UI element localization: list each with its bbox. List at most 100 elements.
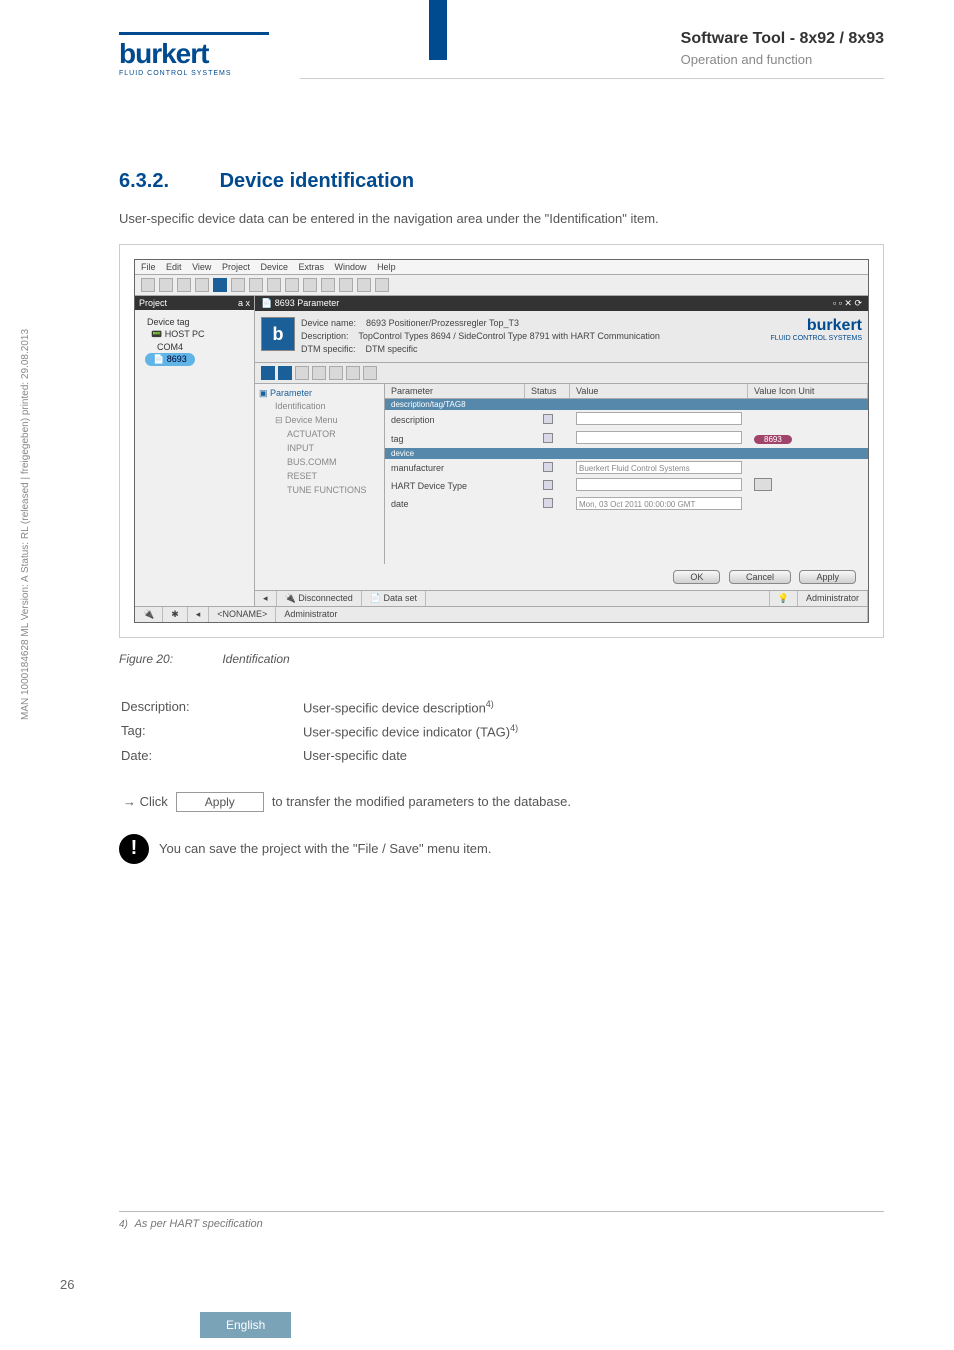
header-divider xyxy=(300,78,884,79)
toolbar-button[interactable] xyxy=(159,278,173,292)
toolbar-button[interactable] xyxy=(329,366,343,380)
toolbar-button[interactable] xyxy=(312,366,326,380)
cancel-button[interactable]: Cancel xyxy=(729,570,791,584)
toolbar-button[interactable] xyxy=(285,278,299,292)
tree-devicetag[interactable]: Device tag xyxy=(139,316,250,328)
nav-reset[interactable]: RESET xyxy=(259,469,380,483)
th-parameter: Parameter xyxy=(385,384,525,398)
tag-pill: 8693 xyxy=(754,435,792,444)
description-table: Description: User-specific device descri… xyxy=(119,694,520,768)
toolbar-button[interactable] xyxy=(363,366,377,380)
status-help-icon[interactable]: 💡 xyxy=(770,591,798,606)
nav-actuator[interactable]: ACTUATOR xyxy=(259,427,380,441)
device-brand-logo: burkert FLUID CONTROL SYSTEMS xyxy=(770,317,862,342)
note-text: You can save the project with the "File … xyxy=(159,841,491,856)
doc-title: Software Tool - 8x92 / 8x93 xyxy=(681,30,884,48)
tab-parameter[interactable]: 📄 8693 Parameter xyxy=(261,298,339,308)
manufacturer-field[interactable]: Buerkert Fluid Control Systems xyxy=(576,461,742,474)
th-status: Status xyxy=(525,384,570,398)
param-nav-tree[interactable]: ▣ Parameter Identification ⊟ Device Menu… xyxy=(255,384,385,564)
toolbar-button[interactable] xyxy=(375,278,389,292)
figure-number: Figure 20: xyxy=(119,652,219,666)
tag-field[interactable] xyxy=(576,431,742,444)
page-number: 26 xyxy=(60,1277,74,1292)
toolbar-button[interactable] xyxy=(267,278,281,292)
date-field[interactable]: Mon, 03 Oct 2011 00:00:00 GMT xyxy=(576,497,742,510)
nav-tunefunctions[interactable]: TUNE FUNCTIONS xyxy=(259,483,380,497)
toolbar-button[interactable] xyxy=(213,278,227,292)
desc-label: Description: xyxy=(121,696,301,718)
menu-edit[interactable]: Edit xyxy=(166,262,182,272)
toolbar-button[interactable] xyxy=(346,366,360,380)
header-logo: burkert FLUID CONTROL SYSTEMS xyxy=(119,30,269,77)
apply-button-illustration: Apply xyxy=(176,792,264,812)
section-intro: User-specific device data can be entered… xyxy=(119,211,884,226)
table-row: HART Device Type xyxy=(385,476,868,495)
toolbar-button[interactable] xyxy=(357,278,371,292)
top-accent-bar xyxy=(429,0,447,60)
toolbar-button[interactable] xyxy=(339,278,353,292)
table-row: description xyxy=(385,410,868,429)
lock-icon xyxy=(543,498,553,508)
description-field[interactable] xyxy=(576,412,742,425)
figure-caption: Identification xyxy=(222,652,289,666)
desc-text: User-specific device description xyxy=(303,700,486,715)
row-manufacturer-label: manufacturer xyxy=(385,461,525,475)
app-toolbar xyxy=(135,275,868,296)
nav-buscomm[interactable]: BUS.COMM xyxy=(259,455,380,469)
footnote-text: As per HART specification xyxy=(135,1218,263,1230)
menu-help[interactable]: Help xyxy=(377,262,396,272)
menu-view[interactable]: View xyxy=(192,262,211,272)
device-icon: b xyxy=(261,317,295,351)
dialog-buttons: OK Cancel Apply xyxy=(255,564,868,590)
project-tree[interactable]: Device tag 📟 HOST PC COM4 📄 8693 xyxy=(135,310,254,372)
toolbar-button[interactable] xyxy=(295,366,309,380)
panel-float-hint[interactable]: a x xyxy=(238,298,250,308)
toolbar-button[interactable] xyxy=(195,278,209,292)
menu-extras[interactable]: Extras xyxy=(299,262,325,272)
scroll-left[interactable]: ◂ xyxy=(255,591,277,606)
app-window: File Edit View Project Device Extras Win… xyxy=(134,259,869,623)
side-metadata: MAN 1000184628 ML Version: A Status: RL … xyxy=(20,329,31,720)
info-icon: ! xyxy=(119,834,149,864)
hart-field[interactable] xyxy=(576,478,742,491)
app-menubar[interactable]: File Edit View Project Device Extras Win… xyxy=(135,260,868,275)
status-noname: <NONAME> xyxy=(209,607,276,622)
menu-device[interactable]: Device xyxy=(260,262,288,272)
nav-identification[interactable]: Identification xyxy=(259,399,380,413)
device-info: Device name: 8693 Positioner/Prozessregl… xyxy=(301,317,770,356)
menu-window[interactable]: Window xyxy=(335,262,367,272)
toolbar-button[interactable] xyxy=(249,278,263,292)
row-tag-label: tag xyxy=(385,432,525,446)
project-panel-title: Project xyxy=(139,298,167,308)
toolbar-button[interactable] xyxy=(321,278,335,292)
desc-text: User-specific device indicator (TAG) xyxy=(303,725,510,740)
calendar-icon[interactable] xyxy=(754,478,772,491)
menu-project[interactable]: Project xyxy=(222,262,250,272)
project-panel: Project a x Device tag 📟 HOST PC COM4 📄 … xyxy=(135,296,255,606)
apply-button[interactable]: Apply xyxy=(799,570,856,584)
status-icon: ✱ xyxy=(163,607,188,622)
toolbar-button[interactable] xyxy=(231,278,245,292)
group-desc: description/tag/TAG8 xyxy=(385,399,868,410)
tree-selected-device[interactable]: 📄 8693 xyxy=(145,353,195,366)
desc-text: User-specific date xyxy=(303,748,407,763)
nav-devicemenu[interactable]: ⊟ Device Menu xyxy=(259,413,380,427)
nav-input[interactable]: INPUT xyxy=(259,441,380,455)
tree-hostpc[interactable]: 📟 HOST PC xyxy=(139,328,250,341)
tree-com[interactable]: COM4 xyxy=(139,341,250,353)
toolbar-button[interactable] xyxy=(141,278,155,292)
tab-controls[interactable]: ▫ ▫ ✕ ⟳ xyxy=(833,298,862,309)
toolbar-button[interactable] xyxy=(261,366,275,380)
menu-file[interactable]: File xyxy=(141,262,156,272)
table-row: date Mon, 03 Oct 2011 00:00:00 GMT xyxy=(385,495,868,512)
ok-button[interactable]: OK xyxy=(673,570,720,584)
toolbar-button[interactable] xyxy=(303,278,317,292)
toolbar-button[interactable] xyxy=(177,278,191,292)
toolbar-button[interactable] xyxy=(278,366,292,380)
table-row: tag 8693 xyxy=(385,429,868,448)
nav-parameter[interactable]: ▣ Parameter xyxy=(259,388,380,399)
desc-label: Tag: xyxy=(121,720,301,742)
row-description-label: description xyxy=(385,413,525,427)
status-dataset: 📄 Data set xyxy=(362,591,426,606)
